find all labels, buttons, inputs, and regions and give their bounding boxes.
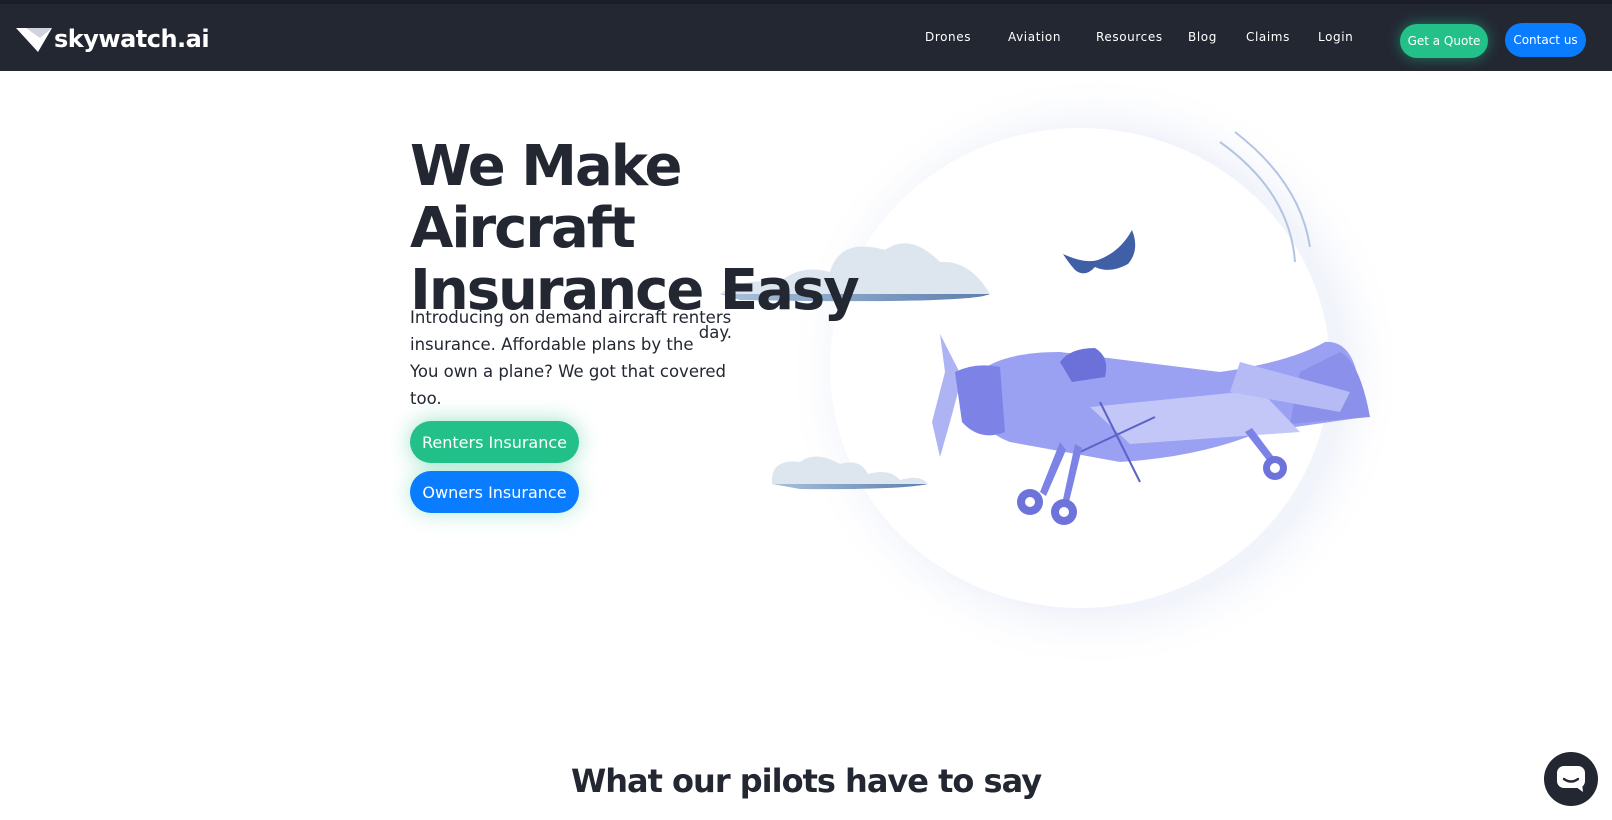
nav-drones[interactable]: Drones bbox=[925, 30, 971, 44]
nav-blog[interactable]: Blog bbox=[1188, 30, 1217, 44]
chat-button[interactable] bbox=[1544, 752, 1598, 806]
hero-title: We Make Aircraft Insurance Easy bbox=[410, 136, 870, 322]
brand-name: skywatch.ai bbox=[54, 25, 210, 53]
hero-title-line-1: We Make Aircraft bbox=[410, 134, 682, 261]
hero-subtitle-line-3: You own a plane? We got that covered too… bbox=[410, 362, 727, 408]
nav-aviation[interactable]: Aviation bbox=[1008, 30, 1061, 44]
get-a-quote-button[interactable]: Get a Quote bbox=[1400, 24, 1488, 58]
nav-resources[interactable]: Resources bbox=[1096, 30, 1163, 44]
testimonials-heading: What our pilots have to say bbox=[570, 762, 1042, 800]
contact-us-button[interactable]: Contact us bbox=[1505, 23, 1586, 57]
hero-subtitle-line-2: insurance. Affordable plans by the bbox=[410, 335, 694, 354]
top-navbar: skywatch.ai Drones Aviation Resources Bl… bbox=[0, 0, 1612, 71]
nav-login[interactable]: Login bbox=[1318, 30, 1353, 44]
renters-insurance-button[interactable]: Renters Insurance bbox=[410, 421, 579, 463]
brand-logo[interactable]: skywatch.ai bbox=[16, 22, 210, 56]
nav-claims[interactable]: Claims bbox=[1246, 30, 1290, 44]
logo-mark-icon bbox=[16, 28, 52, 52]
hero-subtitle-day: day. bbox=[698, 323, 732, 342]
chat-icon bbox=[1557, 766, 1585, 792]
owners-insurance-button[interactable]: Owners Insurance bbox=[410, 471, 579, 513]
hero-subtitle: Introducing on demand aircraft renters i… bbox=[410, 304, 740, 412]
hero-subtitle-line-1: Introducing on demand aircraft renters bbox=[410, 308, 732, 327]
